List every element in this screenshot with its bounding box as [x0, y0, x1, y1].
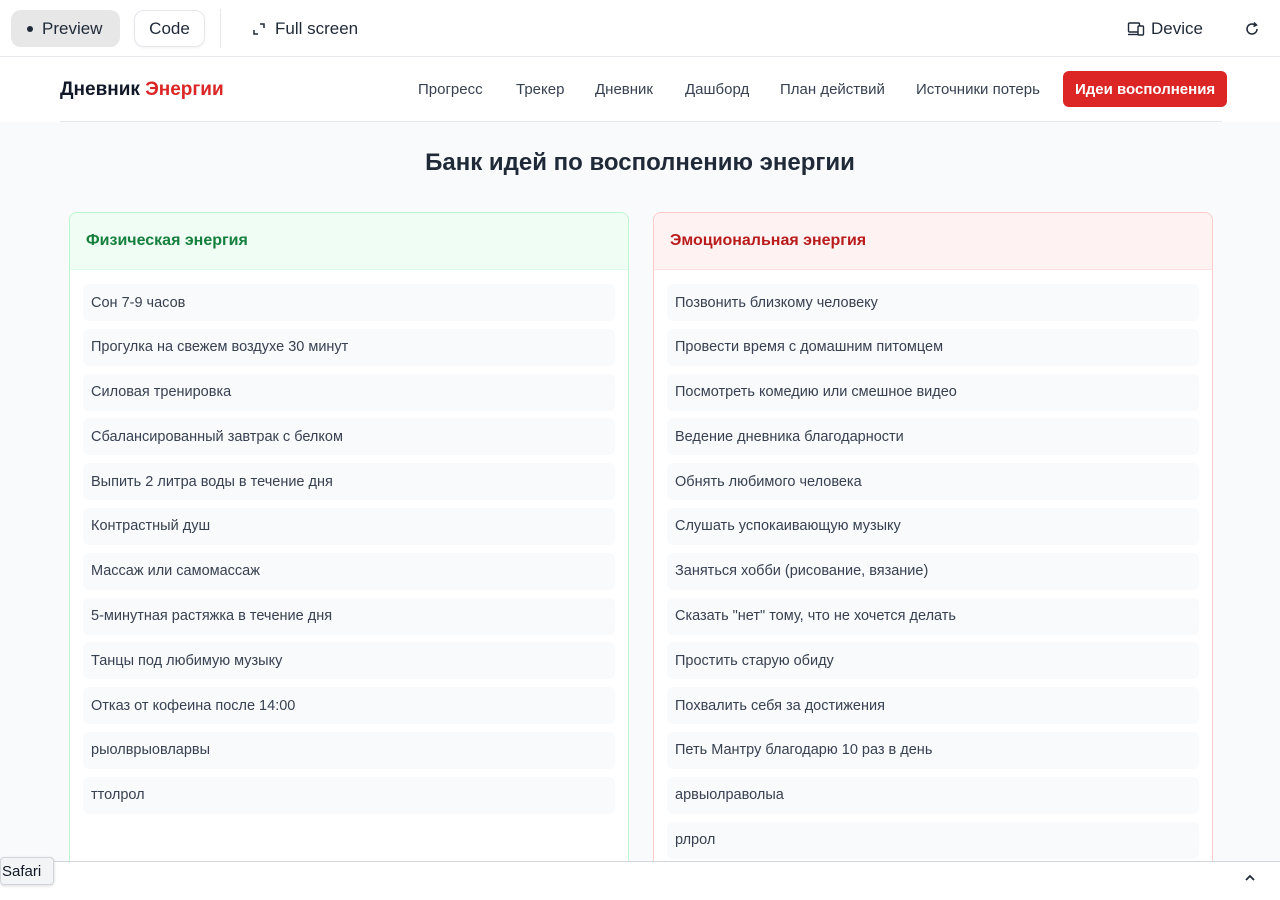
browser-bottom-bar	[0, 861, 1280, 900]
idea-item: Провести время с домашним питомцем	[667, 328, 1199, 366]
active-dot-icon	[27, 25, 33, 32]
expand-icon	[253, 22, 265, 35]
idea-item: Посмотреть комедию или смешное видео	[667, 373, 1199, 411]
preview-tab[interactable]: Preview	[11, 10, 120, 47]
preview-label: Preview	[42, 18, 103, 38]
nav-item-recovery-ideas[interactable]: Идеи восполнения	[1063, 71, 1228, 107]
idea-item: Заняться хобби (рисование, вязание)	[667, 552, 1199, 590]
brand-accent: Энергии	[145, 79, 224, 100]
idea-item: Слушать успокаивающую музыку	[667, 507, 1199, 545]
chevron-up-icon[interactable]	[1243, 871, 1257, 885]
app-preview: Дневник Энергии Прогресс Трекер Дневник …	[0, 57, 1280, 861]
idea-item: Ведение дневника благодарности	[667, 418, 1199, 456]
device-label: Device	[1151, 18, 1203, 38]
idea-item: Петь Мантру благодарю 10 раз в день	[667, 731, 1199, 769]
idea-item: Выпить 2 литра воды в течение дня	[83, 463, 615, 501]
app-navbar: Дневник Энергии Прогресс Трекер Дневник …	[0, 57, 1280, 122]
idea-item: Контрастный душ	[83, 507, 615, 545]
reload-icon	[1246, 21, 1258, 35]
idea-item: рыолврыовларвы	[83, 731, 615, 769]
idea-item: Обнять любимого человека	[667, 463, 1199, 501]
toolbar-divider	[220, 9, 221, 48]
physical-energy-card: Физическая энергия Сон 7-9 часов Прогулка…	[69, 212, 629, 861]
preview-toolbar: Preview Code Full screen Device	[0, 0, 1280, 57]
code-label: Code	[149, 18, 190, 38]
emotional-ideas-list: Позвонить близкому человеку Провести врем…	[654, 270, 1212, 859]
idea-item: Позвонить близкому человеку	[667, 284, 1199, 321]
device-button[interactable]: Device	[1127, 10, 1203, 47]
idea-item: Сказать "нет" тому, что не хочется делат…	[667, 597, 1199, 635]
idea-item: рлрол	[667, 821, 1199, 859]
idea-item: Силовая тренировка	[83, 373, 615, 411]
idea-item: ттолрол	[83, 776, 615, 814]
emotional-energy-card: Эмоциональная энергия Позвонить близкому…	[653, 212, 1213, 861]
idea-item: Массаж или самомассаж	[83, 552, 615, 590]
nav-item-tracker[interactable]: Трекер	[516, 71, 564, 107]
fullscreen-button[interactable]: Full screen	[252, 10, 358, 47]
idea-item: Отказ от кофеина после 14:00	[83, 687, 615, 725]
nav-item-dashboard[interactable]: Дашборд	[685, 71, 749, 107]
nav-item-action-plan[interactable]: План действий	[780, 71, 885, 107]
navbar-divider	[60, 121, 1222, 122]
page-title: Банк идей по восполнению энергии	[425, 149, 855, 176]
nav-item-progress[interactable]: Прогресс	[418, 71, 483, 107]
fullscreen-label: Full screen	[275, 18, 359, 38]
safari-tooltip: Safari	[0, 857, 55, 885]
idea-item: Танцы под любимую музыку	[83, 642, 615, 680]
nav-item-diary[interactable]: Дневник	[595, 71, 653, 107]
idea-item: Прогулка на свежем воздухе 30 минут	[83, 328, 615, 366]
physical-card-title: Физическая энергия	[70, 213, 628, 270]
idea-item: Простить старую обиду	[667, 642, 1199, 680]
device-icon	[1127, 21, 1145, 36]
code-tab[interactable]: Code	[134, 10, 205, 47]
nav-item-loss-sources[interactable]: Источники потерь	[916, 71, 1040, 107]
idea-item: Сон 7-9 часов	[83, 284, 615, 321]
emotional-card-title: Эмоциональная энергия	[654, 213, 1212, 270]
physical-ideas-list: Сон 7-9 часов Прогулка на свежем воздухе …	[70, 270, 628, 814]
brand-main: Дневник	[60, 79, 140, 100]
idea-item: Похвалить себя за достижения	[667, 687, 1199, 725]
reload-button[interactable]	[1242, 10, 1262, 47]
idea-item: 5-минутная растяжка в течение дня	[83, 597, 615, 635]
idea-item: Сбалансированный завтрак с белком	[83, 418, 615, 456]
idea-item: арвыолраволыа	[667, 776, 1199, 814]
brand-logo[interactable]: Дневник Энергии	[60, 79, 224, 101]
